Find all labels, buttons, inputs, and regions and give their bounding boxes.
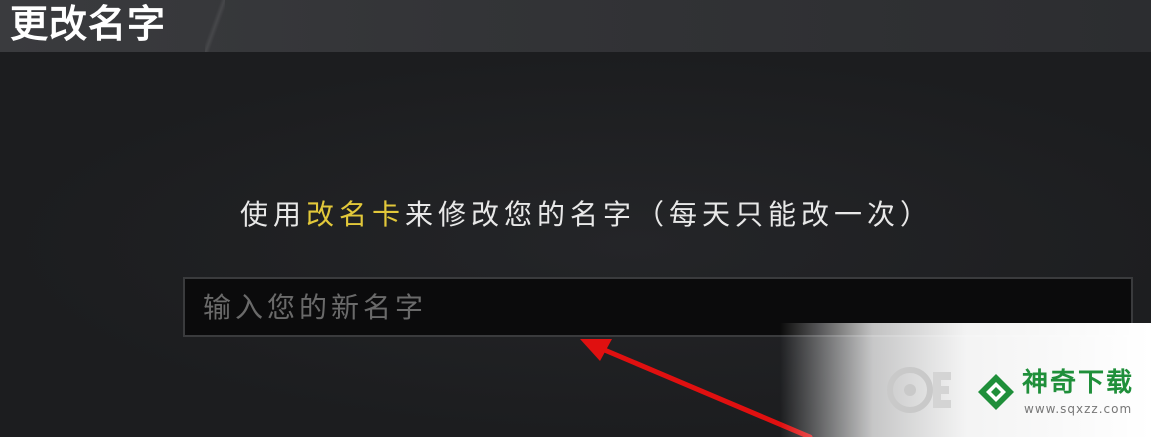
watermark-url: www.sqxzz.com [1024, 402, 1133, 416]
download-badge-icon [978, 374, 1014, 410]
instruction-prefix: 使用 [240, 198, 307, 231]
title-bar: 更改名字 [0, 0, 1151, 52]
dialog-title: 更改名字 [10, 2, 167, 46]
watermark-brand: 神奇下载 [1022, 368, 1135, 398]
watermark-logo-icon [887, 367, 951, 413]
rename-instruction: 使用改名卡来修改您的名字（每天只能改一次） [240, 195, 933, 235]
rename-dialog: 更改名字 使用改名卡来修改您的名字（每天只能改一次） 神奇下载 www.sqxz… [0, 0, 1151, 437]
instruction-suffix: 来修改您的名字（每天只能改一次） [405, 198, 934, 231]
rename-card-highlight: 改名卡 [306, 198, 406, 231]
